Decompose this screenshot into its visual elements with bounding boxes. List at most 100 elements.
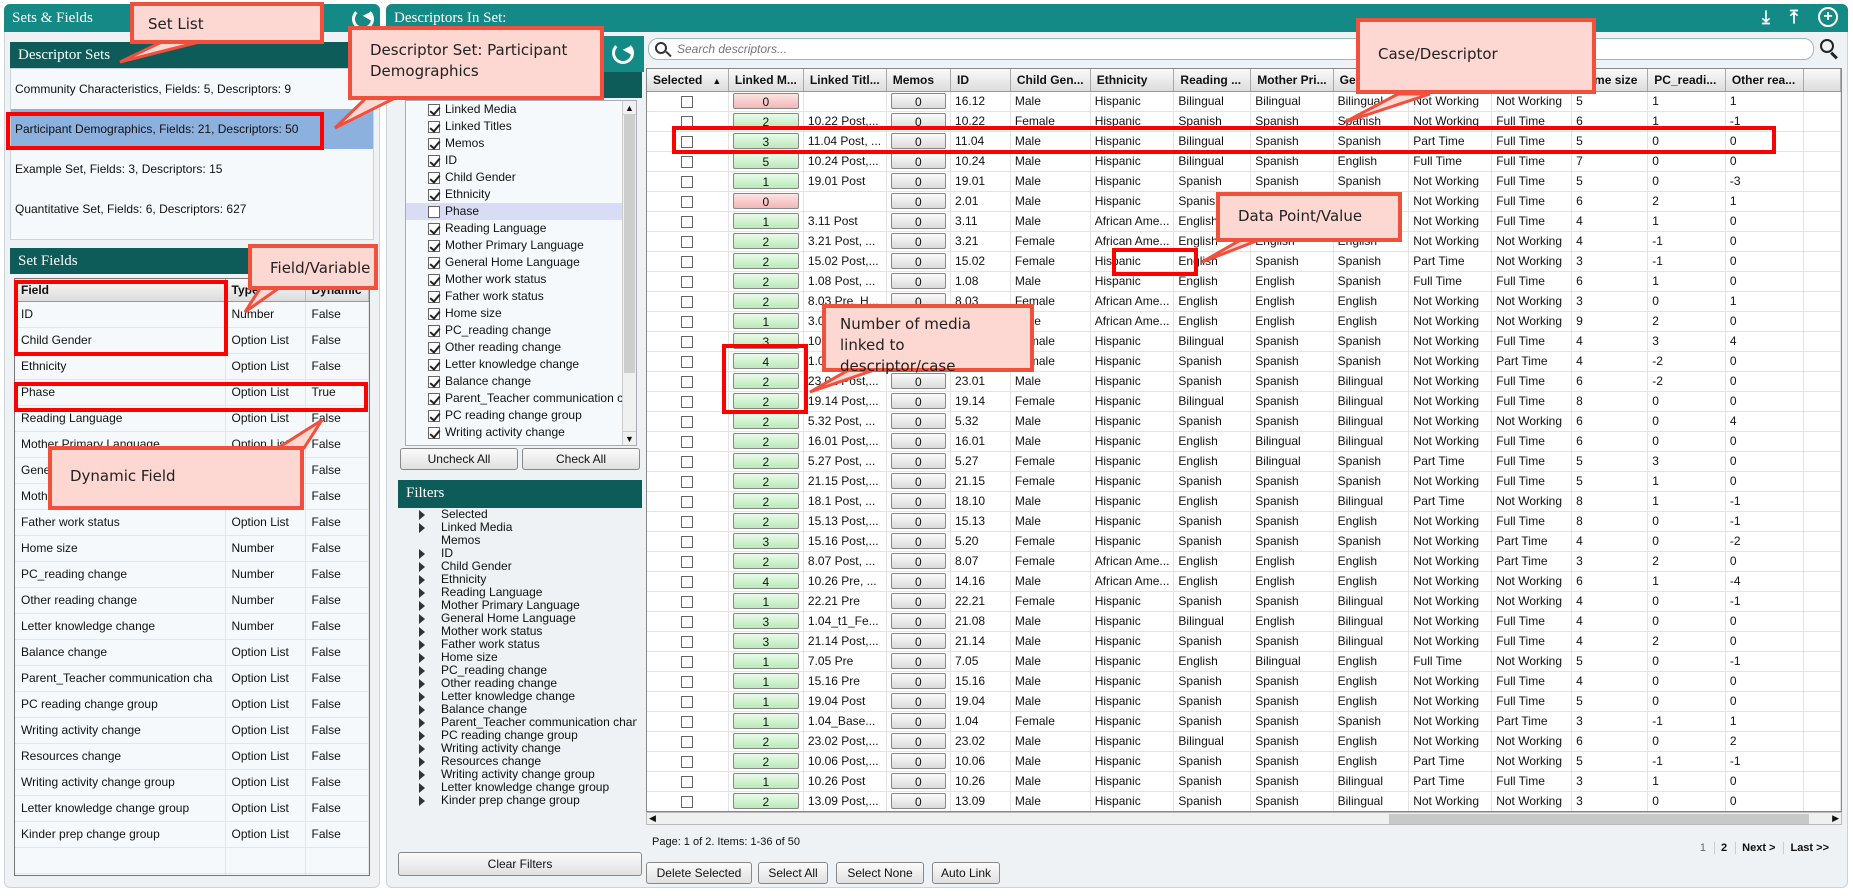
ethnicity-cell[interactable]: African Ame...: [1090, 571, 1175, 592]
ethnicity-cell[interactable]: Hispanic: [1090, 511, 1175, 532]
general-home-language-cell[interactable]: English: [1333, 291, 1410, 312]
mother-work-status-cell[interactable]: Part Time: [1408, 751, 1493, 772]
other-reading-change-cell[interactable]: 0: [1725, 391, 1805, 412]
home-size-cell[interactable]: 3: [1571, 771, 1649, 792]
ethnicity-cell[interactable]: Hispanic: [1090, 431, 1175, 452]
descriptor-row[interactable]: 2 16.01 Post,... 0 16.01 Male Hispanic English…: [647, 431, 1841, 452]
checkbox[interactable]: [428, 392, 440, 405]
father-work-status-cell[interactable]: Not Working: [1491, 411, 1573, 432]
row-select-checkbox[interactable]: [681, 195, 694, 208]
father-work-status-cell[interactable]: Full Time: [1491, 131, 1573, 152]
pc-reading-change-cell[interactable]: 1: [1647, 571, 1726, 592]
reading-language-cell[interactable]: English: [1173, 451, 1252, 472]
pc-reading-change-cell[interactable]: 0: [1647, 671, 1726, 692]
mother-work-status-cell[interactable]: Not Working: [1408, 591, 1493, 612]
mother-primary-language-cell[interactable]: Spanish: [1250, 751, 1334, 772]
home-size-cell[interactable]: 6: [1571, 571, 1649, 592]
father-work-status-cell[interactable]: Full Time: [1491, 511, 1573, 532]
column-toggle-item[interactable]: PC_reading change: [406, 322, 636, 339]
pc-reading-change-cell[interactable]: 1: [1647, 491, 1726, 512]
other-reading-change-cell[interactable]: 1: [1725, 191, 1805, 212]
father-work-status-cell[interactable]: Not Working: [1491, 311, 1573, 332]
memos-button[interactable]: 0: [890, 573, 947, 589]
other-reading-change-cell[interactable]: 1: [1725, 711, 1805, 732]
row-select-checkbox[interactable]: [681, 575, 694, 588]
checkbox[interactable]: [428, 324, 440, 337]
memos-button[interactable]: 0: [890, 113, 947, 129]
ethnicity-cell[interactable]: Hispanic: [1090, 191, 1175, 212]
general-home-language-cell[interactable]: Spanish: [1333, 271, 1410, 292]
child-gender-cell[interactable]: Male: [1010, 131, 1091, 152]
memos-button[interactable]: 0: [890, 733, 947, 749]
mother-primary-language-cell[interactable]: Spanish: [1250, 691, 1334, 712]
linked-media-button[interactable]: 4: [732, 353, 799, 369]
reading-language-cell[interactable]: Bilingual: [1173, 331, 1252, 352]
linked-media-button[interactable]: 2: [732, 373, 799, 389]
expand-arrow-icon[interactable]: [419, 549, 425, 559]
expand-arrow-icon[interactable]: [419, 562, 425, 572]
home-size-cell[interactable]: 4: [1571, 211, 1649, 232]
column-header[interactable]: Memos: [886, 69, 952, 92]
mother-work-status-cell[interactable]: Not Working: [1408, 231, 1493, 252]
memos-button[interactable]: 0: [890, 553, 947, 569]
father-work-status-cell[interactable]: Full Time: [1491, 271, 1573, 292]
father-work-status-cell[interactable]: Full Time: [1491, 451, 1573, 472]
home-size-cell[interactable]: 5: [1571, 131, 1649, 152]
child-gender-cell[interactable]: Female: [1010, 471, 1091, 492]
field-row[interactable]: PC reading change group Option List False: [15, 691, 369, 718]
ethnicity-cell[interactable]: Hispanic: [1090, 731, 1175, 752]
father-work-status-cell[interactable]: Not Working: [1491, 251, 1573, 272]
linked-media-button[interactable]: 1: [732, 773, 799, 789]
reading-language-cell[interactable]: English: [1173, 551, 1252, 572]
child-gender-cell[interactable]: Male: [1010, 411, 1091, 432]
home-size-cell[interactable]: 6: [1571, 731, 1649, 752]
mother-work-status-cell[interactable]: Part Time: [1408, 131, 1493, 152]
expand-arrow-icon[interactable]: [419, 705, 425, 715]
other-reading-change-cell[interactable]: 0: [1725, 611, 1805, 632]
id-cell[interactable]: 15.16: [950, 671, 1011, 692]
descriptor-row[interactable]: 1 22.21 Pre 0 22.21 Female Hispanic Spanish Spa…: [647, 591, 1841, 612]
child-gender-cell[interactable]: Female: [1010, 231, 1091, 252]
row-select-checkbox[interactable]: [681, 535, 694, 548]
ethnicity-cell[interactable]: Hispanic: [1090, 611, 1175, 632]
expand-arrow-icon[interactable]: [419, 679, 425, 689]
linked-media-button[interactable]: 2: [732, 233, 799, 249]
id-cell[interactable]: 5.32: [950, 411, 1011, 432]
mother-work-status-cell[interactable]: Not Working: [1408, 411, 1493, 432]
column-toggle-item[interactable]: Mother work status: [406, 271, 636, 288]
home-size-cell[interactable]: 6: [1571, 371, 1649, 392]
pc-reading-change-cell[interactable]: 3: [1647, 451, 1726, 472]
id-cell[interactable]: 19.04: [950, 691, 1011, 712]
row-select-checkbox[interactable]: [681, 155, 694, 168]
id-cell[interactable]: 23.01: [950, 371, 1011, 392]
father-work-status-cell[interactable]: Part Time: [1491, 351, 1573, 372]
ethnicity-cell[interactable]: Hispanic: [1090, 651, 1175, 672]
expand-arrow-icon[interactable]: [419, 653, 425, 663]
ethnicity-cell[interactable]: Hispanic: [1090, 711, 1175, 732]
memos-button[interactable]: 0: [890, 173, 947, 189]
child-gender-cell[interactable]: Male: [1010, 431, 1091, 452]
pc-reading-change-cell[interactable]: 1: [1647, 771, 1726, 792]
descriptor-set-item[interactable]: Participant Demographics, Fields: 21, De…: [11, 109, 373, 149]
id-cell[interactable]: 21.14: [950, 631, 1011, 652]
mother-primary-language-cell[interactable]: Spanish: [1250, 171, 1334, 192]
child-gender-cell[interactable]: Female: [1010, 391, 1091, 412]
id-cell[interactable]: 10.06: [950, 751, 1011, 772]
mother-work-status-cell[interactable]: Full Time: [1408, 271, 1493, 292]
pc-reading-change-cell[interactable]: 2: [1647, 551, 1726, 572]
father-work-status-cell[interactable]: Full Time: [1491, 171, 1573, 192]
reading-language-cell[interactable]: Spanish: [1173, 751, 1252, 772]
memos-button[interactable]: 0: [890, 233, 947, 249]
pc-reading-change-cell[interactable]: 1: [1647, 471, 1726, 492]
home-size-cell[interactable]: 4: [1571, 331, 1649, 352]
filter-item[interactable]: Linked Media: [405, 521, 637, 534]
id-cell[interactable]: 11.04: [950, 131, 1011, 152]
home-size-cell[interactable]: 5: [1571, 91, 1649, 112]
reading-language-cell[interactable]: Spanish: [1173, 711, 1252, 732]
reading-language-cell[interactable]: English: [1173, 311, 1252, 332]
expand-arrow-icon[interactable]: [419, 588, 425, 598]
expand-arrow-icon[interactable]: [419, 783, 425, 793]
pc-reading-change-cell[interactable]: 0: [1647, 591, 1726, 612]
expand-arrow-icon[interactable]: [419, 601, 425, 611]
father-work-status-cell[interactable]: Not Working: [1491, 291, 1573, 312]
